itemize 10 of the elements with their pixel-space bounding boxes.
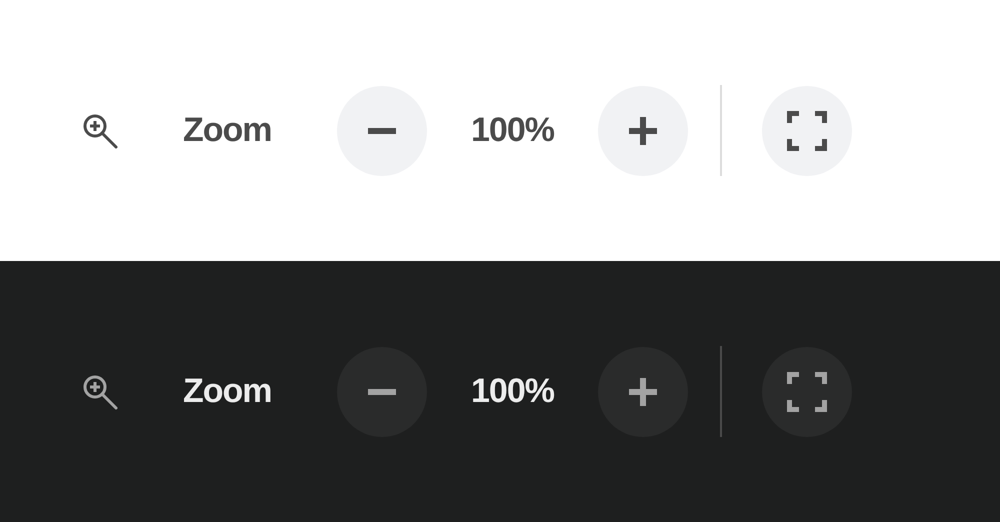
- zoom-level-text: 100%: [470, 371, 555, 412]
- minus-icon: [368, 128, 396, 134]
- plus-icon: [629, 116, 657, 144]
- zoom-label: Zoom: [182, 371, 273, 412]
- plus-icon: [629, 378, 657, 406]
- minus-icon: [368, 388, 396, 394]
- zoom-level-text: 100%: [470, 110, 555, 151]
- fullscreen-icon: [787, 372, 827, 412]
- zoom-label: Zoom: [182, 110, 273, 151]
- fullscreen-icon: [787, 110, 827, 150]
